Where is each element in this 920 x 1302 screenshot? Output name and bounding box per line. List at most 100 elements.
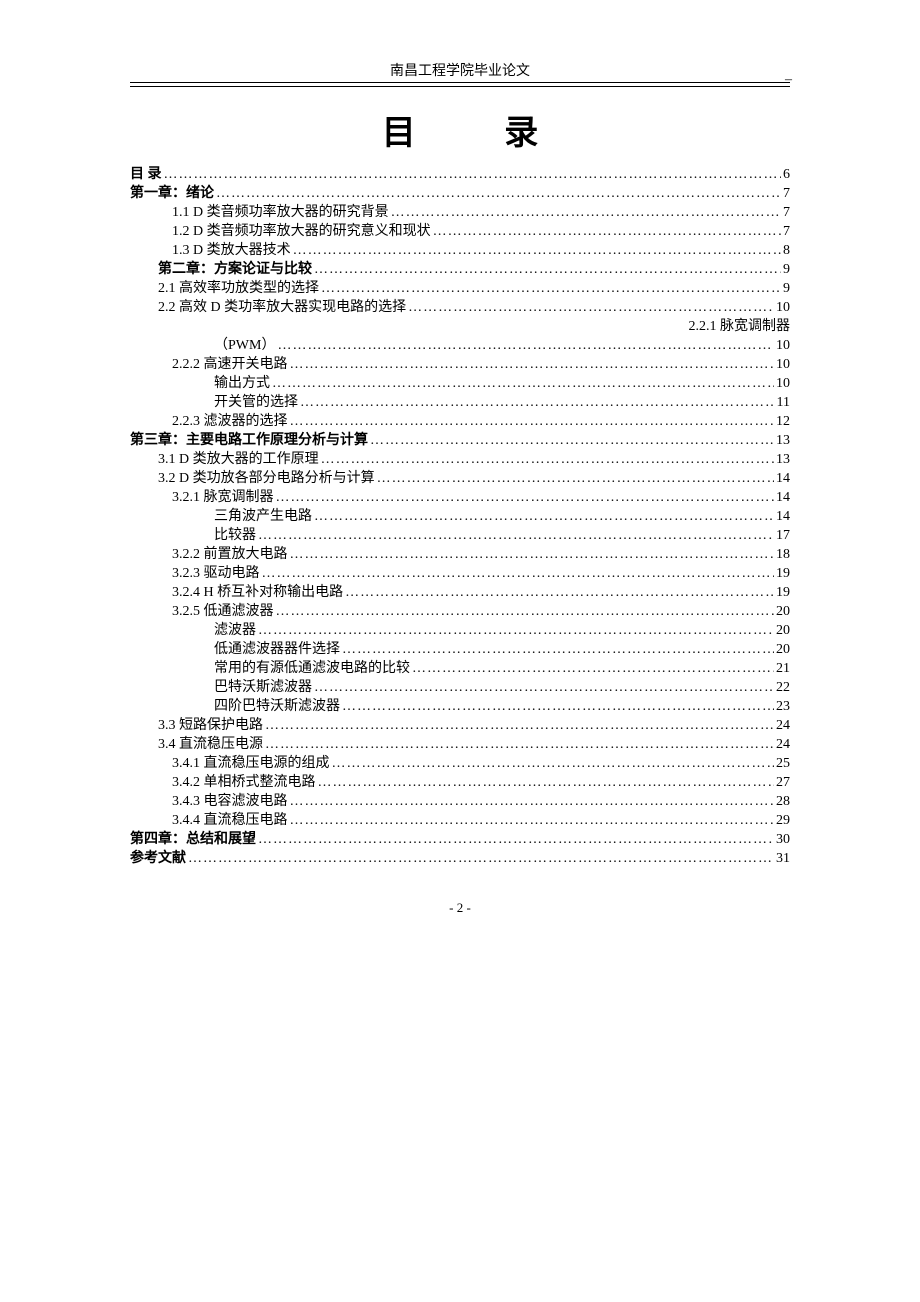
- toc-entry-page: 14: [776, 491, 790, 505]
- toc-entry-page: 31: [776, 852, 790, 866]
- toc-entry: 3.4.3 电容滤波电路28: [130, 795, 790, 809]
- toc-entry: 比较器 17: [130, 529, 790, 543]
- toc-leader-dots: [342, 700, 774, 714]
- toc-entry: （PWM） 10: [130, 339, 790, 353]
- toc-entry-label: 参考文献: [130, 852, 186, 866]
- toc-entry-page: 20: [776, 643, 790, 657]
- toc-leader-dots: [258, 529, 774, 543]
- toc-leader-dots: [370, 434, 774, 448]
- toc-entry: 3.4 直流稳压电源24: [130, 738, 790, 752]
- toc-entry-label: 巴特沃斯滤波器: [214, 681, 312, 695]
- toc-entry: 目 录6: [130, 168, 790, 182]
- toc-leader-dots: [272, 377, 774, 391]
- toc-entry-page: 12: [776, 415, 790, 429]
- toc-leader-dots: [265, 719, 774, 733]
- toc-entry-page: 9: [783, 282, 790, 296]
- toc-entry-page: 17: [776, 529, 790, 543]
- toc-entry-page: 10: [776, 339, 790, 353]
- toc-leader-dots: [318, 776, 775, 790]
- toc-entry: 2.2.2 高速开关电路 10: [130, 358, 790, 372]
- toc-entry-page: 27: [776, 776, 790, 790]
- toc-entry: 3.3 短路保护电路24: [130, 719, 790, 733]
- toc-entry-page: 19: [776, 567, 790, 581]
- toc-entry-label: 1.2 D 类音频功率放大器的研究意义和现状: [172, 225, 431, 239]
- toc-entry-page: 29: [776, 814, 790, 828]
- toc-entry-label: 第一章：绪论: [130, 187, 214, 201]
- toc-entry-page: 24: [776, 719, 790, 733]
- toc-entry-page: 14: [776, 510, 790, 524]
- toc-entry: 第四章：总结和展望30: [130, 833, 790, 847]
- toc-entry-page: 18: [776, 548, 790, 562]
- toc-leader-dots: [332, 757, 775, 771]
- header-rule: [130, 86, 790, 87]
- toc-entry: 2.2 高效 D 类功率放大器实现电路的选择 10: [130, 301, 790, 315]
- toc-entry-page: 13: [776, 434, 790, 448]
- toc-entry-label: 低通滤波器器件选择: [214, 643, 340, 657]
- toc-entry-label: 1.3 D 类放大器技术: [172, 244, 291, 258]
- toc-entry-page: 10: [776, 301, 790, 315]
- toc-entry-page: 13: [776, 453, 790, 467]
- toc-entry-label: 第三章：主要电路工作原理分析与计算: [130, 434, 368, 448]
- toc-entry: 3.2.2 前置放大电路 18: [130, 548, 790, 562]
- toc-entry-page: 24: [776, 738, 790, 752]
- toc-leader-dots: [216, 187, 781, 201]
- toc-entry-label: 3.2.3 驱动电路: [172, 567, 260, 581]
- toc-entry-page: 14: [776, 472, 790, 486]
- toc-entry-page: 10: [776, 358, 790, 372]
- toc-entry-page: 7: [783, 187, 790, 201]
- toc-leader-dots: [290, 358, 775, 372]
- toc-leader-dots: [300, 396, 775, 410]
- toc-entry-page: 19: [776, 586, 790, 600]
- toc-entry-label: 2.2.2 高速开关电路: [172, 358, 288, 372]
- toc-leader-dots: [290, 795, 775, 809]
- toc-entry-label: 3.2.4 H 桥互补对称输出电路: [172, 586, 343, 600]
- toc-entry-label: 1.1 D 类音频功率放大器的研究背景: [172, 206, 389, 220]
- toc-entry: 输出方式10: [130, 377, 790, 391]
- toc-entry-page: 11: [777, 396, 790, 410]
- toc-entry-page: 28: [776, 795, 790, 809]
- toc-entry: 3.1 D 类放大器的工作原理13: [130, 453, 790, 467]
- toc-leader-dots: [164, 168, 782, 182]
- toc-entry: 1.1 D 类音频功率放大器的研究背景7: [130, 206, 790, 220]
- toc-entry: 3.2.5 低通滤波器20: [130, 605, 790, 619]
- toc-entry: 三角波产生电路 14: [130, 510, 790, 524]
- toc-entry-label: 第二章：方案论证与比较: [158, 263, 312, 277]
- toc-entry-page: 7: [783, 225, 790, 239]
- toc-entry-page: 20: [776, 624, 790, 638]
- toc-leader-dots: [345, 586, 774, 600]
- toc-entry-page: 23: [776, 700, 790, 714]
- toc-entry-label: 2.2.3 滤波器的选择: [172, 415, 288, 429]
- toc-entry-label: 比较器: [214, 529, 256, 543]
- toc-entry: 3.4.4 直流稳压电路 29: [130, 814, 790, 828]
- toc-entry-label: 输出方式: [214, 377, 270, 391]
- toc-entry: 2.1 高效率功放类型的选择 9: [130, 282, 790, 296]
- toc-leader-dots: [314, 681, 774, 695]
- toc-entry: 1.2 D 类音频功率放大器的研究意义和现状 7: [130, 225, 790, 239]
- toc-leader-dots: [265, 738, 774, 752]
- toc-entry: 第三章：主要电路工作原理分析与计算 13: [130, 434, 790, 448]
- toc-entry-label: 滤波器: [214, 624, 256, 638]
- toc-entry-label: 2.2 高效 D 类功率放大器实现电路的选择: [158, 301, 406, 315]
- toc-leader-dots: [314, 510, 774, 524]
- toc-entry-label: （PWM）: [214, 339, 275, 353]
- header-text: 南昌工程学院毕业论文: [390, 64, 530, 79]
- toc-entry-page: 30: [776, 833, 790, 847]
- toc-entry-label: 3.4.1 直流稳压电源的组成: [172, 757, 330, 771]
- toc-entry-label: 3.2.2 前置放大电路: [172, 548, 288, 562]
- toc-entry: 3.2.4 H 桥互补对称输出电路 19: [130, 586, 790, 600]
- page-title: 目 录: [130, 105, 790, 154]
- toc-leader-dots: [321, 453, 774, 467]
- toc-leader-dots: [276, 491, 775, 505]
- page-number-footer: - 2 -: [130, 900, 790, 916]
- toc-leader-dots: [377, 472, 774, 486]
- toc-entry-label: 四阶巴特沃斯滤波器: [214, 700, 340, 714]
- toc-entry: 3.4.1 直流稳压电源的组成25: [130, 757, 790, 771]
- toc-entry-label: 三角波产生电路: [214, 510, 312, 524]
- toc-entry: 2.2.3 滤波器的选择 12: [130, 415, 790, 429]
- toc-entry-label: 2.1 高效率功放类型的选择: [158, 282, 319, 296]
- toc-entry-label: 3.4.4 直流稳压电路: [172, 814, 288, 828]
- toc-leader-dots: [290, 415, 775, 429]
- toc-entry-page: 6: [783, 168, 790, 182]
- toc-entry-page: 8: [783, 244, 790, 258]
- toc-leader-dots: [290, 814, 775, 828]
